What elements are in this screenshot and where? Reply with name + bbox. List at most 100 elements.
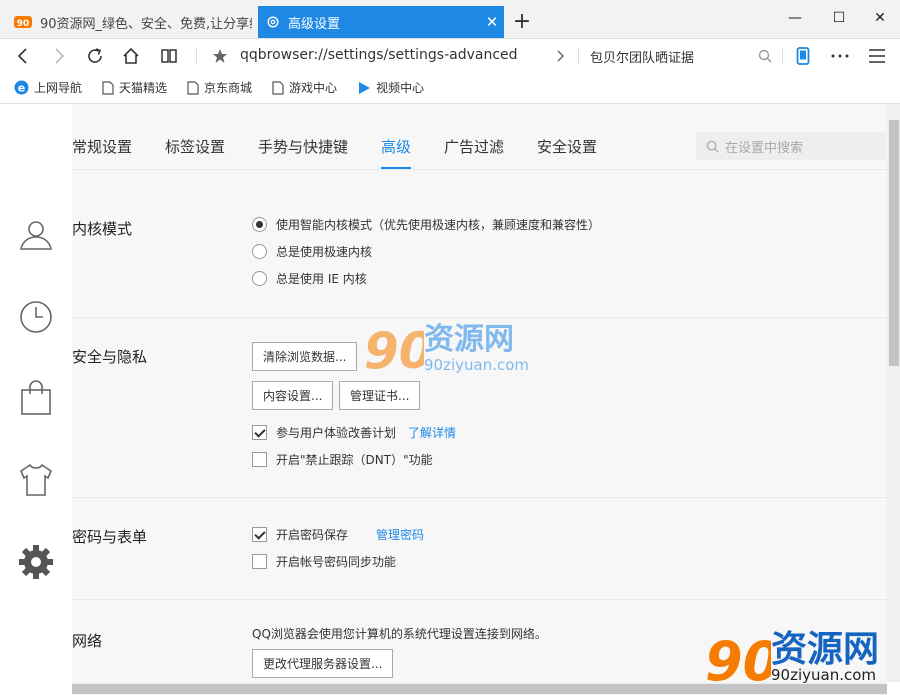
tab-general[interactable]: 常规设置 xyxy=(72,136,132,157)
checkbox[interactable] xyxy=(252,527,267,542)
book-icon xyxy=(161,49,177,63)
tab-title: 高级设置 xyxy=(288,16,341,32)
option-label: 总是使用极速内核 xyxy=(276,245,373,259)
ie-e-icon: e xyxy=(14,80,29,95)
option-label: 使用智能内核模式（优先使用极速内核，兼顾速度和兼容性） xyxy=(276,218,601,232)
forward-button[interactable] xyxy=(44,39,74,73)
section-title: 密码与表单 xyxy=(72,528,148,546)
scrollbar-thumb[interactable] xyxy=(72,684,887,694)
bookmark-item[interactable]: 天猫精选 xyxy=(102,79,167,96)
tshirt-skin-icon[interactable] xyxy=(18,462,54,498)
bookmark-label: 京东商城 xyxy=(204,81,253,95)
section-privacy: 安全与隐私 清除浏览数据... 内容设置... 管理证书... 参与用户体验改善… xyxy=(72,318,887,498)
tab-gestures[interactable]: 手势与快捷键 xyxy=(258,136,348,157)
section-title: 安全与隐私 xyxy=(72,348,148,366)
option-label: 参与用户体验改善计划 xyxy=(276,426,397,440)
tab-advanced[interactable]: 高级 xyxy=(381,136,411,157)
section-kernel: 内核模式 使用智能内核模式（优先使用极速内核，兼顾速度和兼容性） 总是使用极速内… xyxy=(72,170,887,318)
bookmark-item[interactable]: e 上网导航 xyxy=(14,79,82,96)
new-tab-button[interactable]: + xyxy=(512,9,532,35)
browser-tab-90ziyuan[interactable]: 90 90资源网_绿色、安全、免费,让分享继 xyxy=(14,6,252,38)
active-tab-indicator xyxy=(381,167,411,169)
sync-password-option[interactable]: 开启帐号密码同步功能 xyxy=(252,553,396,570)
reload-icon xyxy=(88,48,102,63)
search-icon xyxy=(758,49,772,63)
svg-text:90: 90 xyxy=(17,19,30,29)
svg-text:e: e xyxy=(18,82,25,95)
content-settings-button[interactable]: 内容设置... xyxy=(252,381,334,410)
page-icon xyxy=(102,80,114,95)
settings-gear-icon[interactable] xyxy=(18,544,54,580)
divider xyxy=(578,47,579,65)
more-button[interactable] xyxy=(825,39,855,73)
kernel-option-smart[interactable]: 使用智能内核模式（优先使用极速内核，兼顾速度和兼容性） xyxy=(252,216,600,233)
close-tab-icon[interactable]: ✕ xyxy=(480,13,504,31)
tab-tabs[interactable]: 标签设置 xyxy=(165,136,225,157)
close-window-button[interactable]: ✕ xyxy=(860,6,900,30)
divider xyxy=(782,47,783,65)
radio-button[interactable] xyxy=(252,244,267,259)
bookmark-item[interactable]: 视频中心 xyxy=(357,79,424,96)
manage-passwords-link[interactable]: 管理密码 xyxy=(376,526,424,543)
tab-security[interactable]: 安全设置 xyxy=(537,136,597,157)
kernel-option-fast[interactable]: 总是使用极速内核 xyxy=(252,243,372,260)
change-proxy-button[interactable]: 更改代理服务器设置... xyxy=(252,649,394,678)
manage-certificates-button[interactable]: 管理证书... xyxy=(339,381,421,410)
option-label: 总是使用 IE 内核 xyxy=(276,272,367,286)
bookmark-item[interactable]: 京东商城 xyxy=(187,79,252,96)
bookmark-label: 视频中心 xyxy=(376,81,425,95)
reader-button[interactable] xyxy=(154,39,184,73)
chevron-right-icon xyxy=(557,50,564,62)
scrollbar-thumb[interactable] xyxy=(889,120,899,366)
checkbox[interactable] xyxy=(252,425,267,440)
site-logo-icon: 90 xyxy=(14,16,32,29)
vertical-scrollbar[interactable] xyxy=(887,104,900,682)
section-title: 内核模式 xyxy=(72,220,133,238)
page-icon xyxy=(272,80,284,95)
bookmark-star-button[interactable] xyxy=(205,39,235,73)
bookmark-item[interactable]: 游戏中心 xyxy=(272,79,337,96)
tab-adblock[interactable]: 广告过滤 xyxy=(444,136,504,157)
minimize-button[interactable]: — xyxy=(775,6,815,30)
horizontal-scrollbar[interactable] xyxy=(72,682,887,695)
checkbox[interactable] xyxy=(252,452,267,467)
back-arrow-icon xyxy=(17,48,27,64)
mobile-sync-button[interactable] xyxy=(788,39,818,73)
browser-tab-settings[interactable]: 高级设置 ✕ xyxy=(258,6,504,38)
maximize-button[interactable]: ☐ xyxy=(819,6,859,30)
search-button[interactable] xyxy=(750,39,780,73)
tab-title: 90资源网_绿色、安全、免费,让分享继 xyxy=(40,16,252,32)
forward-arrow-icon xyxy=(55,48,65,64)
settings-tabs: 常规设置 标签设置 手势与快捷键 高级 广告过滤 安全设置 在设置中搜索 xyxy=(72,104,887,170)
save-password-option[interactable]: 开启密码保存 管理密码 xyxy=(252,526,424,543)
option-label: 开启帐号密码同步功能 xyxy=(276,555,397,569)
checkbox[interactable] xyxy=(252,554,267,569)
menu-button[interactable] xyxy=(862,39,892,73)
section-title: 网络 xyxy=(72,632,103,650)
reload-button[interactable] xyxy=(80,39,110,73)
kernel-option-ie[interactable]: 总是使用 IE 内核 xyxy=(252,270,367,287)
search-placeholder: 在设置中搜索 xyxy=(725,140,804,156)
address-bar-url[interactable]: qqbrowser://settings/settings-advanced xyxy=(240,47,518,63)
history-clock-icon[interactable] xyxy=(18,299,54,335)
back-button[interactable] xyxy=(8,39,38,73)
shopping-bag-icon[interactable] xyxy=(18,380,54,416)
dnt-option[interactable]: 开启"禁止跟踪（DNT）"功能 xyxy=(252,451,433,468)
option-label: 开启密码保存 xyxy=(276,528,349,542)
user-icon[interactable] xyxy=(18,216,54,252)
ellipsis-icon xyxy=(831,54,849,58)
page-icon xyxy=(187,80,199,95)
bookmark-label: 游戏中心 xyxy=(289,81,338,95)
hamburger-icon xyxy=(869,49,885,63)
ux-plan-option[interactable]: 参与用户体验改善计划 了解详情 xyxy=(252,424,456,441)
settings-search-input[interactable]: 在设置中搜索 xyxy=(696,132,886,160)
radio-button[interactable] xyxy=(252,271,267,286)
phone-icon xyxy=(796,47,810,65)
clear-browsing-data-button[interactable]: 清除浏览数据... xyxy=(252,342,358,371)
radio-button[interactable] xyxy=(252,217,267,232)
left-sidebar xyxy=(0,104,72,695)
home-button[interactable] xyxy=(116,39,146,73)
learn-more-link[interactable]: 了解详情 xyxy=(408,424,456,441)
expand-suggest-button[interactable] xyxy=(545,39,575,73)
search-suggestion[interactable]: 包贝尔团队晒证据 xyxy=(590,47,694,66)
